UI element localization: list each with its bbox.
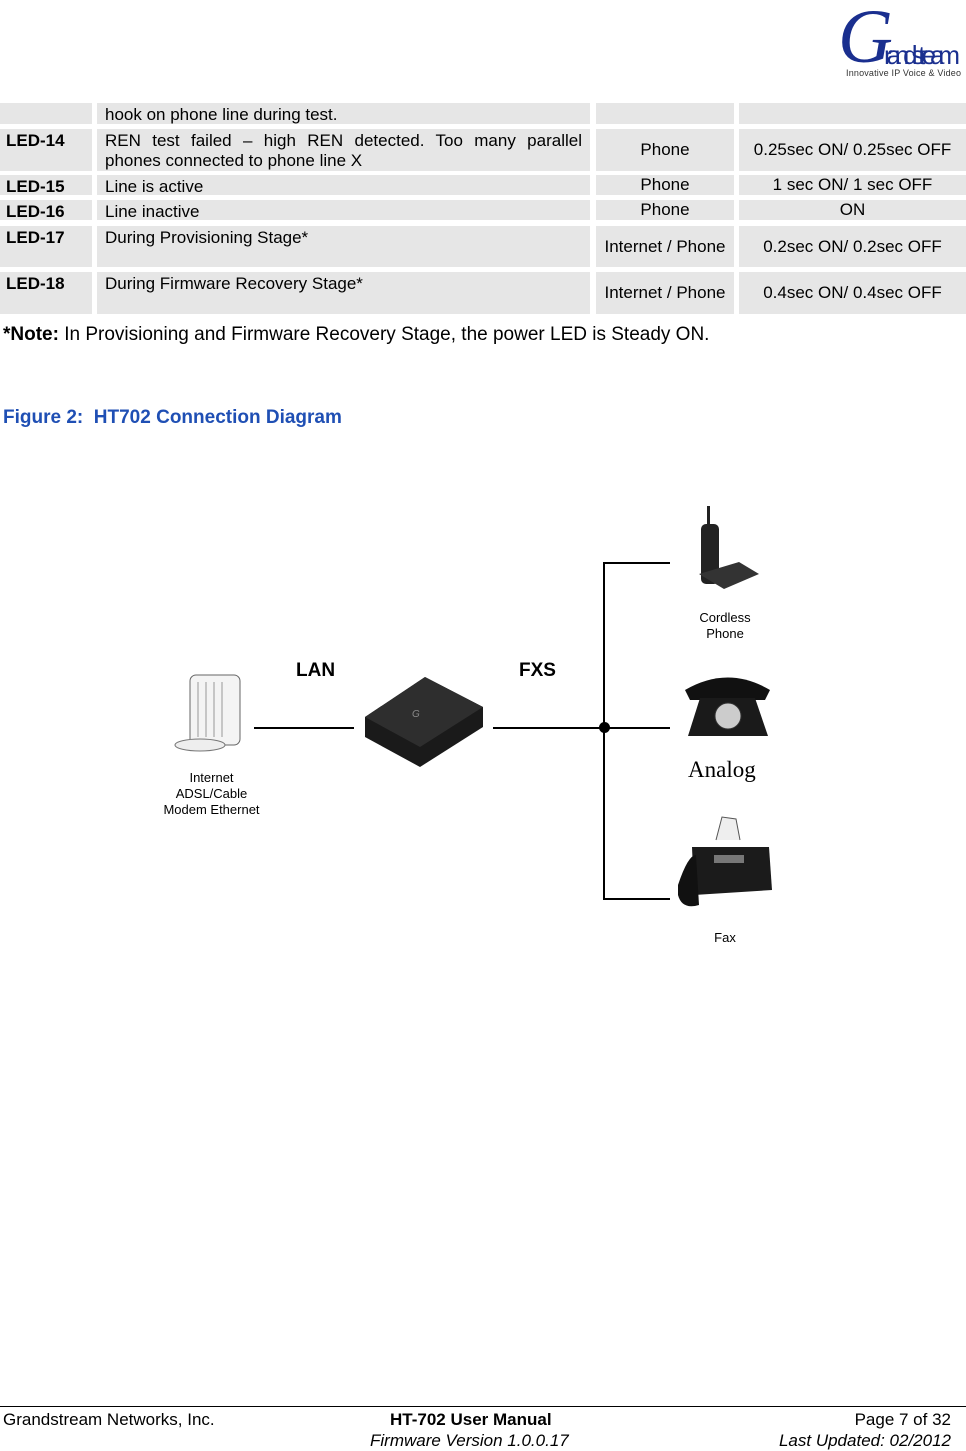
pattern-cell-text: 0.4sec ON/ 0.4sec OFF xyxy=(763,283,942,302)
pattern-cell-text: 0.25sec ON/ 0.25sec OFF xyxy=(753,140,952,159)
led-type-cell: Internet / Phone xyxy=(596,226,734,267)
description-cell: During Provisioning Stage* xyxy=(97,226,590,267)
pattern-cell xyxy=(739,103,966,124)
lan-line xyxy=(254,727,354,729)
analog-label: Analog xyxy=(688,757,756,782)
svg-text:G: G xyxy=(412,709,420,720)
led-id-cell-text: LED-15 xyxy=(6,177,65,196)
footer-title: HT-702 User Manual xyxy=(390,1410,552,1429)
led-type-cell: Phone xyxy=(596,129,734,171)
led-type-cell: Phone xyxy=(596,175,734,195)
led-type-cell-text: Internet / Phone xyxy=(604,236,726,256)
note-label: *Note: xyxy=(3,324,59,345)
description-cell-text: hook on phone line during test. xyxy=(105,105,338,124)
branch-fax xyxy=(603,898,670,900)
led-type-cell xyxy=(596,103,734,124)
led-id-cell-text: LED-16 xyxy=(6,202,65,221)
description-cell-text: Line is active xyxy=(105,177,204,196)
led-id-cell: LED-17 xyxy=(0,226,92,267)
led-id-cell-text: LED-17 xyxy=(6,228,65,247)
note: *Note: In Provisioning and Firmware Reco… xyxy=(3,324,709,346)
footer-divider xyxy=(0,1406,966,1407)
led-id-cell: LED-15 xyxy=(0,175,92,196)
branch-cordless xyxy=(603,562,670,564)
led-id-cell: LED-18 xyxy=(0,272,92,314)
figure-caption: Figure 2: HT702 Connection Diagram xyxy=(3,407,342,428)
cordless-label: Cordless Phone xyxy=(699,610,751,638)
led-type-cell-text: Phone xyxy=(640,200,690,219)
pattern-cell-text: 1 sec ON/ 1 sec OFF xyxy=(772,175,933,194)
led-id-cell-text: LED-14 xyxy=(6,131,65,150)
junction-dot xyxy=(599,722,610,733)
footer-page: Page 7 of 32 xyxy=(854,1410,951,1429)
lan-label: LAN xyxy=(296,660,336,681)
modem-icon xyxy=(174,674,241,752)
description-cell-text: During Firmware Recovery Stage* xyxy=(105,274,363,293)
description-cell-text: During Provisioning Stage* xyxy=(105,228,309,247)
fxs-label: FXS xyxy=(519,660,556,681)
led-id-cell: LED-14 xyxy=(0,129,92,171)
svg-text:Innovative IP Voice & Video: Innovative IP Voice & Video xyxy=(846,68,961,78)
description-cell-text: REN test failed – high REN detected. Too… xyxy=(105,131,582,170)
fax-icon xyxy=(678,816,772,907)
description-cell: hook on phone line during test. xyxy=(97,103,590,124)
footer-company: Grandstream Networks, Inc. xyxy=(3,1410,215,1429)
analog-phone-icon xyxy=(685,677,770,736)
pattern-cell: ON xyxy=(739,200,966,220)
pattern-cell-text: ON xyxy=(839,200,866,219)
ht702-device-icon: G xyxy=(365,677,483,767)
branch-analog xyxy=(603,727,670,729)
pattern-cell: 0.4sec ON/ 0.4sec OFF xyxy=(739,272,966,314)
note-text: In Provisioning and Firmware Recovery St… xyxy=(58,324,710,345)
led-type-cell: Internet / Phone xyxy=(596,272,734,314)
pattern-cell: 0.25sec ON/ 0.25sec OFF xyxy=(739,129,966,171)
cordless-phone-icon xyxy=(699,506,759,589)
pattern-cell: 1 sec ON/ 1 sec OFF xyxy=(739,175,966,195)
led-id-cell: LED-16 xyxy=(0,200,92,221)
led-id-cell xyxy=(0,103,92,124)
footer-firmware: Firmware Version 1.0.0.17 xyxy=(370,1431,569,1450)
led-type-cell-text: Internet / Phone xyxy=(604,283,726,302)
description-cell: REN test failed – high REN detected. Too… xyxy=(97,129,590,171)
pattern-cell-text: 0.2sec ON/ 0.2sec OFF xyxy=(763,236,942,256)
description-cell: Line is active xyxy=(97,175,590,196)
led-type-cell-text: Phone xyxy=(640,140,690,159)
description-cell-text: Line inactive xyxy=(105,202,200,221)
fax-label: Fax xyxy=(714,930,736,945)
modem-label: Internet ADSL/Cable Modem Ethernet xyxy=(163,770,260,817)
led-type-cell-text: Phone xyxy=(640,175,690,194)
led-type-cell: Phone xyxy=(596,200,734,220)
footer-updated: Last Updated: 02/2012 xyxy=(778,1431,951,1450)
description-cell: During Firmware Recovery Stage* xyxy=(97,272,590,314)
svg-text:randstream: randstream xyxy=(884,40,960,70)
grandstream-logo: Grandstream Innovative IP Voice & Video xyxy=(834,0,964,86)
led-id-cell-text: LED-18 xyxy=(6,274,65,293)
fxs-line xyxy=(493,727,605,729)
pattern-cell: 0.2sec ON/ 0.2sec OFF xyxy=(739,226,966,267)
description-cell: Line inactive xyxy=(97,200,590,221)
